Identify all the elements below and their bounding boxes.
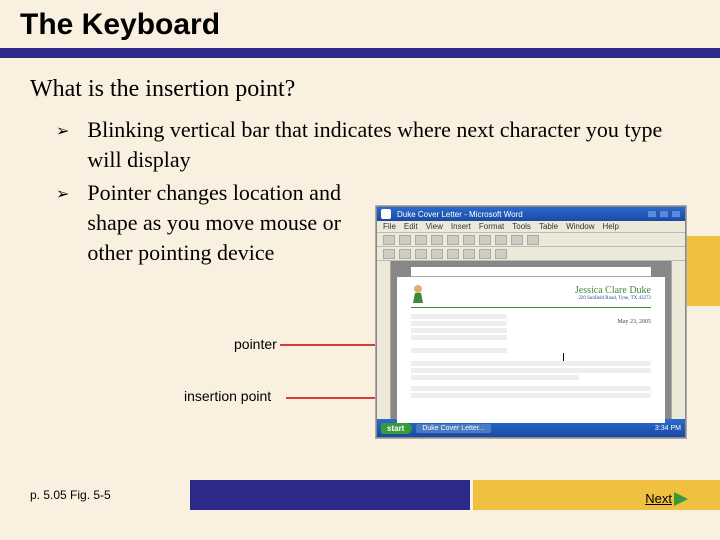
menu-item: View: [426, 222, 443, 231]
footer-accent-bar: [190, 480, 470, 510]
doc-name: Jessica Clare Duke: [411, 285, 651, 296]
menu-item: Edit: [404, 222, 418, 231]
doc-date: May 23, 2005: [618, 319, 652, 325]
start-button: start: [381, 423, 412, 434]
bullet-text: Blinking vertical bar that indicates whe…: [87, 115, 690, 174]
ruler-vertical: [377, 261, 391, 419]
document-viewport: Jessica Clare Duke 220 Sunfield Road, Ty…: [391, 261, 671, 419]
menu-item: Insert: [451, 222, 471, 231]
menu-bar: File Edit View Insert Format Tools Table…: [377, 221, 685, 233]
golfer-clipart-icon: [411, 285, 425, 303]
doc-address: 220 Sunfield Road, Tyne, TX 43272: [411, 296, 651, 301]
window-title: Duke Cover Letter - Microsoft Word: [397, 210, 641, 219]
callout-label-insertion: insertion point: [184, 388, 271, 404]
menu-item: Format: [479, 222, 504, 231]
menu-item: Table: [539, 222, 558, 231]
document-page: Jessica Clare Duke 220 Sunfield Road, Ty…: [397, 277, 665, 423]
scrollbar-vertical: [671, 261, 685, 419]
toolbar: [377, 247, 685, 261]
list-item: ➢ Blinking vertical bar that indicates w…: [56, 115, 690, 174]
insertion-point-cursor: [563, 353, 564, 361]
menu-item: Help: [603, 222, 619, 231]
slide-title: The Keyboard: [20, 8, 700, 42]
window-controls: [647, 210, 681, 218]
slide-subhead: What is the insertion point?: [0, 76, 720, 115]
arrow-right-icon: [674, 492, 688, 506]
ruler-horizontal: [411, 267, 651, 277]
bullet-text: Pointer changes location and shape as yo…: [87, 178, 347, 267]
chevron-right-icon: ➢: [56, 121, 69, 141]
page-reference: p. 5.05 Fig. 5-5: [30, 488, 111, 502]
accent-bar: [0, 48, 720, 58]
menu-item: File: [383, 222, 396, 231]
menu-item: Window: [566, 222, 594, 231]
taskbar-clock: 3:34 PM: [655, 425, 681, 432]
menu-item: Tools: [512, 222, 531, 231]
divider: [411, 307, 651, 308]
callout-label-pointer: pointer: [234, 336, 277, 352]
taskbar-item: Duke Cover Letter...: [416, 424, 490, 433]
next-button[interactable]: Next: [645, 491, 688, 506]
word-window-mock: Duke Cover Letter - Microsoft Word File …: [376, 206, 686, 438]
decorative-block: [686, 236, 720, 306]
toolbar: [377, 233, 685, 247]
app-icon: [381, 209, 391, 219]
window-titlebar: Duke Cover Letter - Microsoft Word: [377, 207, 685, 221]
chevron-right-icon: ➢: [56, 184, 69, 204]
next-label: Next: [645, 491, 672, 506]
